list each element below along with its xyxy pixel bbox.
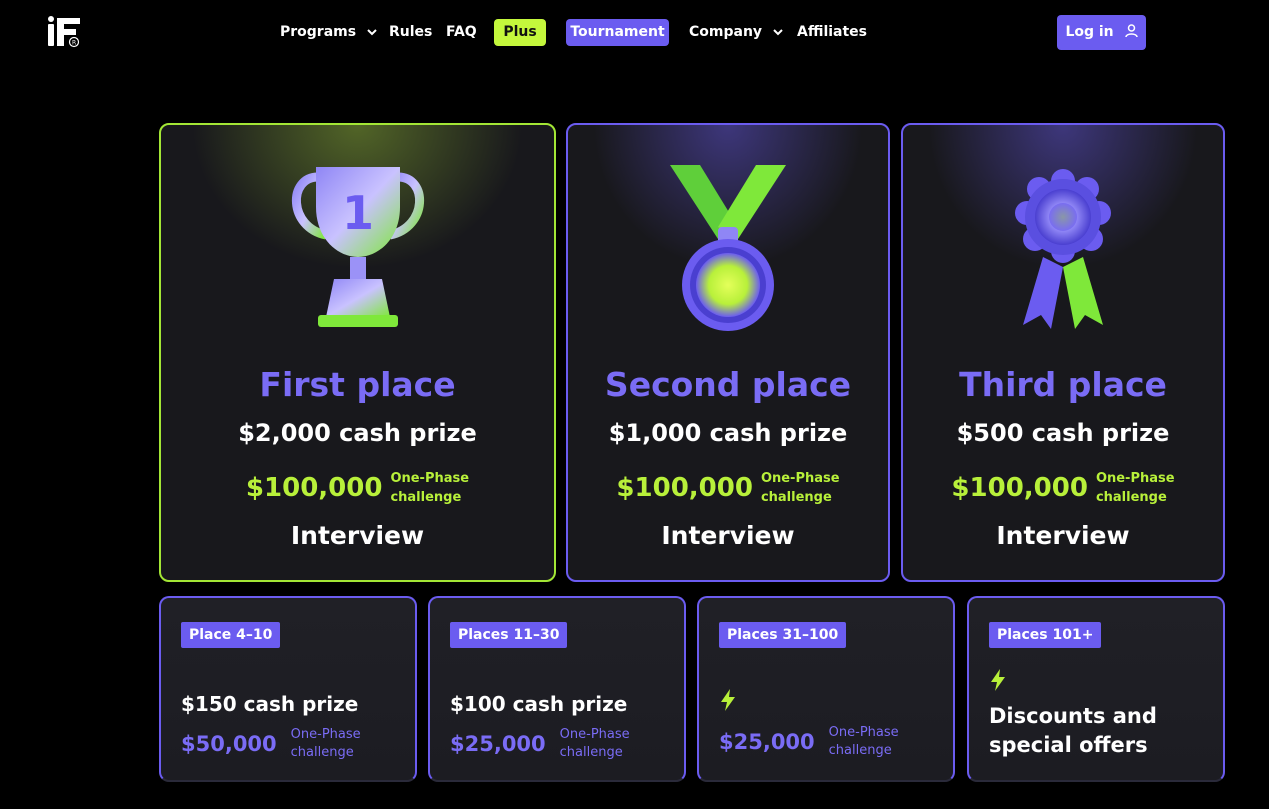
user-icon xyxy=(1124,23,1138,37)
discounts-line2: special offers xyxy=(989,733,1148,757)
third-place-card: Third place $500 cash prize $100,000 One… xyxy=(901,123,1225,582)
nav-tournament-button[interactable]: Tournament xyxy=(566,19,669,46)
nav-affiliates[interactable]: Affiliates xyxy=(797,22,867,42)
challenge-amount: $25,000 xyxy=(450,732,546,756)
nav-plus-button[interactable]: Plus xyxy=(494,19,546,46)
svg-text:R: R xyxy=(72,40,76,47)
challenge-type-line1: One-Phase xyxy=(559,727,630,742)
cash-prize: $1,000 cash prize xyxy=(608,419,848,447)
places-4-10-card: Place 4–10 $150 cash prize $50,000 One-P… xyxy=(159,596,417,782)
challenge-prize: $100,000 One-Phase challenge xyxy=(161,469,554,507)
challenge-amount: $100,000 xyxy=(616,473,753,503)
interview-label: Interview xyxy=(661,521,795,550)
place-title: First place xyxy=(259,365,456,404)
place-range-badge: Places 11–30 xyxy=(450,622,568,648)
lightning-icon xyxy=(719,688,737,712)
challenge-prize: $100,000 One-Phase challenge xyxy=(903,469,1223,507)
nav-programs-label: Programs xyxy=(280,24,357,40)
challenge-type: One-Phase challenge xyxy=(829,724,899,760)
discounts-line1: Discounts and xyxy=(989,704,1157,728)
challenge-prize: $50,000 One-Phase challenge xyxy=(181,726,361,762)
place-range-badge: Place 4–10 xyxy=(181,622,281,648)
interview-label: Interview xyxy=(996,521,1130,550)
challenge-prize: $25,000 One-Phase challenge xyxy=(450,726,630,762)
nav-company-label: Company xyxy=(689,24,763,40)
challenge-type-line2: challenge xyxy=(559,745,623,760)
cash-prize: $100 cash prize xyxy=(450,692,628,716)
challenge-type: One-Phase challenge xyxy=(390,469,469,507)
place-title: Third place xyxy=(959,365,1167,404)
lightning-icon xyxy=(989,668,1007,692)
cash-prize: $150 cash prize xyxy=(181,692,359,716)
chevron-down-icon xyxy=(367,22,377,42)
place-range-badge: Places 101+ xyxy=(989,622,1102,648)
login-label: Log in xyxy=(1065,24,1114,40)
challenge-type-line1: One-Phase xyxy=(290,727,361,742)
nav-faq[interactable]: FAQ xyxy=(446,22,477,42)
logo-icon[interactable]: R xyxy=(46,16,82,48)
challenge-type: One-Phase challenge xyxy=(560,726,630,762)
challenge-type-line1: One-Phase xyxy=(390,471,470,486)
first-place-card: 1 First place $2,000 cash prize $100,000… xyxy=(159,123,556,582)
discounts-text: Discounts and special offers xyxy=(989,702,1157,760)
place-title: Second place xyxy=(604,365,852,404)
challenge-prize: $100,000 One-Phase challenge xyxy=(568,469,888,507)
chevron-down-icon xyxy=(773,22,783,42)
login-button[interactable]: Log in xyxy=(1057,15,1146,50)
nav-company[interactable]: Company xyxy=(689,22,783,42)
challenge-prize: $25,000 One-Phase challenge xyxy=(719,724,899,760)
second-place-card: Second place $1,000 cash prize $100,000 … xyxy=(566,123,890,582)
rosette-icon xyxy=(983,157,1143,337)
challenge-type: One-Phase challenge xyxy=(291,726,361,762)
challenge-amount: $50,000 xyxy=(181,732,277,756)
challenge-type-line1: One-Phase xyxy=(828,725,899,740)
cash-prize: $2,000 cash prize xyxy=(238,419,477,447)
places-101-card: Places 101+ Discounts and special offers xyxy=(967,596,1225,782)
challenge-amount: $25,000 xyxy=(719,730,815,754)
challenge-amount: $100,000 xyxy=(245,473,383,503)
trophy-icon: 1 xyxy=(278,157,438,337)
challenge-type-line1: One-Phase xyxy=(760,471,840,486)
challenge-type-line2: challenge xyxy=(1095,490,1167,505)
place-range-badge: Places 31–100 xyxy=(719,622,847,648)
cash-prize: $500 cash prize xyxy=(956,419,1170,447)
challenge-type-line1: One-Phase xyxy=(1095,471,1175,486)
challenge-type-line2: challenge xyxy=(290,745,354,760)
medal-icon xyxy=(648,157,808,337)
challenge-type-line2: challenge xyxy=(390,490,462,505)
challenge-amount: $100,000 xyxy=(951,473,1088,503)
places-11-30-card: Places 11–30 $100 cash prize $25,000 One… xyxy=(428,596,686,782)
challenge-type: One-Phase challenge xyxy=(1096,469,1175,507)
interview-label: Interview xyxy=(290,521,425,550)
svg-text:1: 1 xyxy=(341,186,373,240)
challenge-type-line2: challenge xyxy=(828,743,892,758)
challenge-type-line2: challenge xyxy=(760,490,832,505)
nav-rules[interactable]: Rules xyxy=(389,22,432,42)
top-nav: R Programs Rules FAQ Plus Tournament Com… xyxy=(0,0,1269,64)
nav-programs[interactable]: Programs xyxy=(280,22,377,42)
places-31-100-card: Places 31–100 $25,000 One-Phase challeng… xyxy=(697,596,955,782)
challenge-type: One-Phase challenge xyxy=(761,469,840,507)
